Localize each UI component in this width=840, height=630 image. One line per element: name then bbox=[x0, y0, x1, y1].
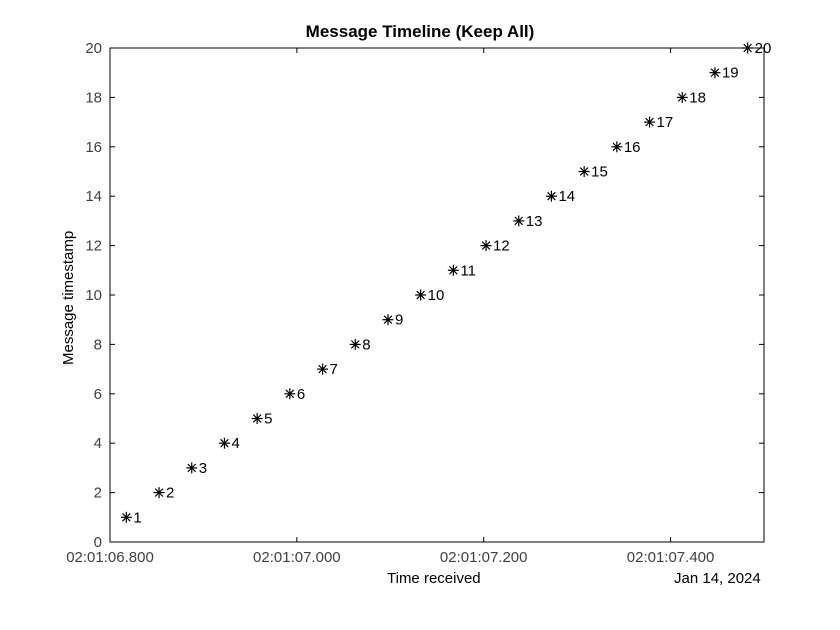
data-point-label: 6 bbox=[297, 386, 305, 403]
data-point bbox=[350, 339, 361, 350]
y-tick-label: 14 bbox=[85, 188, 102, 205]
data-point bbox=[742, 43, 753, 54]
data-point bbox=[317, 364, 328, 375]
y-tick-label: 8 bbox=[94, 336, 102, 353]
data-point-label: 18 bbox=[689, 89, 706, 106]
x-tick-label: 02:01:07.200 bbox=[440, 549, 528, 566]
data-point-label: 2 bbox=[166, 485, 174, 502]
y-tick-label: 20 bbox=[85, 40, 102, 57]
data-point bbox=[219, 438, 230, 449]
data-point-label: 5 bbox=[264, 411, 272, 428]
data-point-label: 4 bbox=[231, 435, 239, 452]
y-tick-label: 4 bbox=[94, 435, 102, 452]
data-point bbox=[186, 462, 197, 473]
data-point-label: 9 bbox=[395, 312, 403, 329]
data-point bbox=[513, 215, 524, 226]
y-tick-label: 2 bbox=[94, 485, 102, 502]
data-point-label: 14 bbox=[558, 188, 575, 205]
data-point-label: 7 bbox=[330, 361, 338, 378]
y-tick-label: 6 bbox=[94, 386, 102, 403]
data-point-label: 16 bbox=[624, 139, 641, 156]
chart-figure: Message Timeline (Keep All) Message time… bbox=[0, 0, 840, 630]
data-point bbox=[644, 117, 655, 128]
data-point-label: 8 bbox=[362, 336, 370, 353]
data-point bbox=[448, 265, 459, 276]
data-point-label: 20 bbox=[755, 40, 772, 57]
data-point bbox=[611, 141, 622, 152]
x-tick-label: 02:01:07.000 bbox=[253, 549, 341, 566]
data-point-label: 17 bbox=[657, 114, 674, 131]
data-point-label: 11 bbox=[460, 262, 476, 279]
data-point bbox=[252, 413, 263, 424]
data-point-label: 13 bbox=[526, 213, 543, 230]
data-point bbox=[284, 388, 295, 399]
data-point-label: 15 bbox=[591, 164, 608, 181]
data-point bbox=[481, 240, 492, 251]
y-tick-label: 12 bbox=[85, 238, 102, 255]
data-point-label: 3 bbox=[199, 460, 207, 477]
data-point bbox=[677, 92, 688, 103]
data-point-label: 1 bbox=[133, 509, 141, 526]
data-point-label: 12 bbox=[493, 238, 510, 255]
x-tick-label: 02:01:07.400 bbox=[627, 549, 715, 566]
y-tick-label: 0 bbox=[94, 534, 102, 551]
data-point bbox=[546, 191, 557, 202]
data-point bbox=[154, 487, 165, 498]
y-tick-label: 10 bbox=[85, 287, 102, 304]
chart-plot-area: 02:01:06.800 02:01:07.000 02:01:07.200 02:0… bbox=[0, 0, 840, 630]
data-point-label: 19 bbox=[722, 65, 739, 82]
y-tick-label: 16 bbox=[85, 139, 102, 156]
data-point bbox=[121, 512, 132, 523]
data-point bbox=[382, 314, 393, 325]
x-tick-label: 02:01:06.800 bbox=[66, 549, 154, 566]
data-point bbox=[709, 67, 720, 78]
y-tick-label: 18 bbox=[85, 89, 102, 106]
data-point bbox=[415, 290, 426, 301]
data-point bbox=[579, 166, 590, 177]
data-point-label: 10 bbox=[428, 287, 445, 304]
